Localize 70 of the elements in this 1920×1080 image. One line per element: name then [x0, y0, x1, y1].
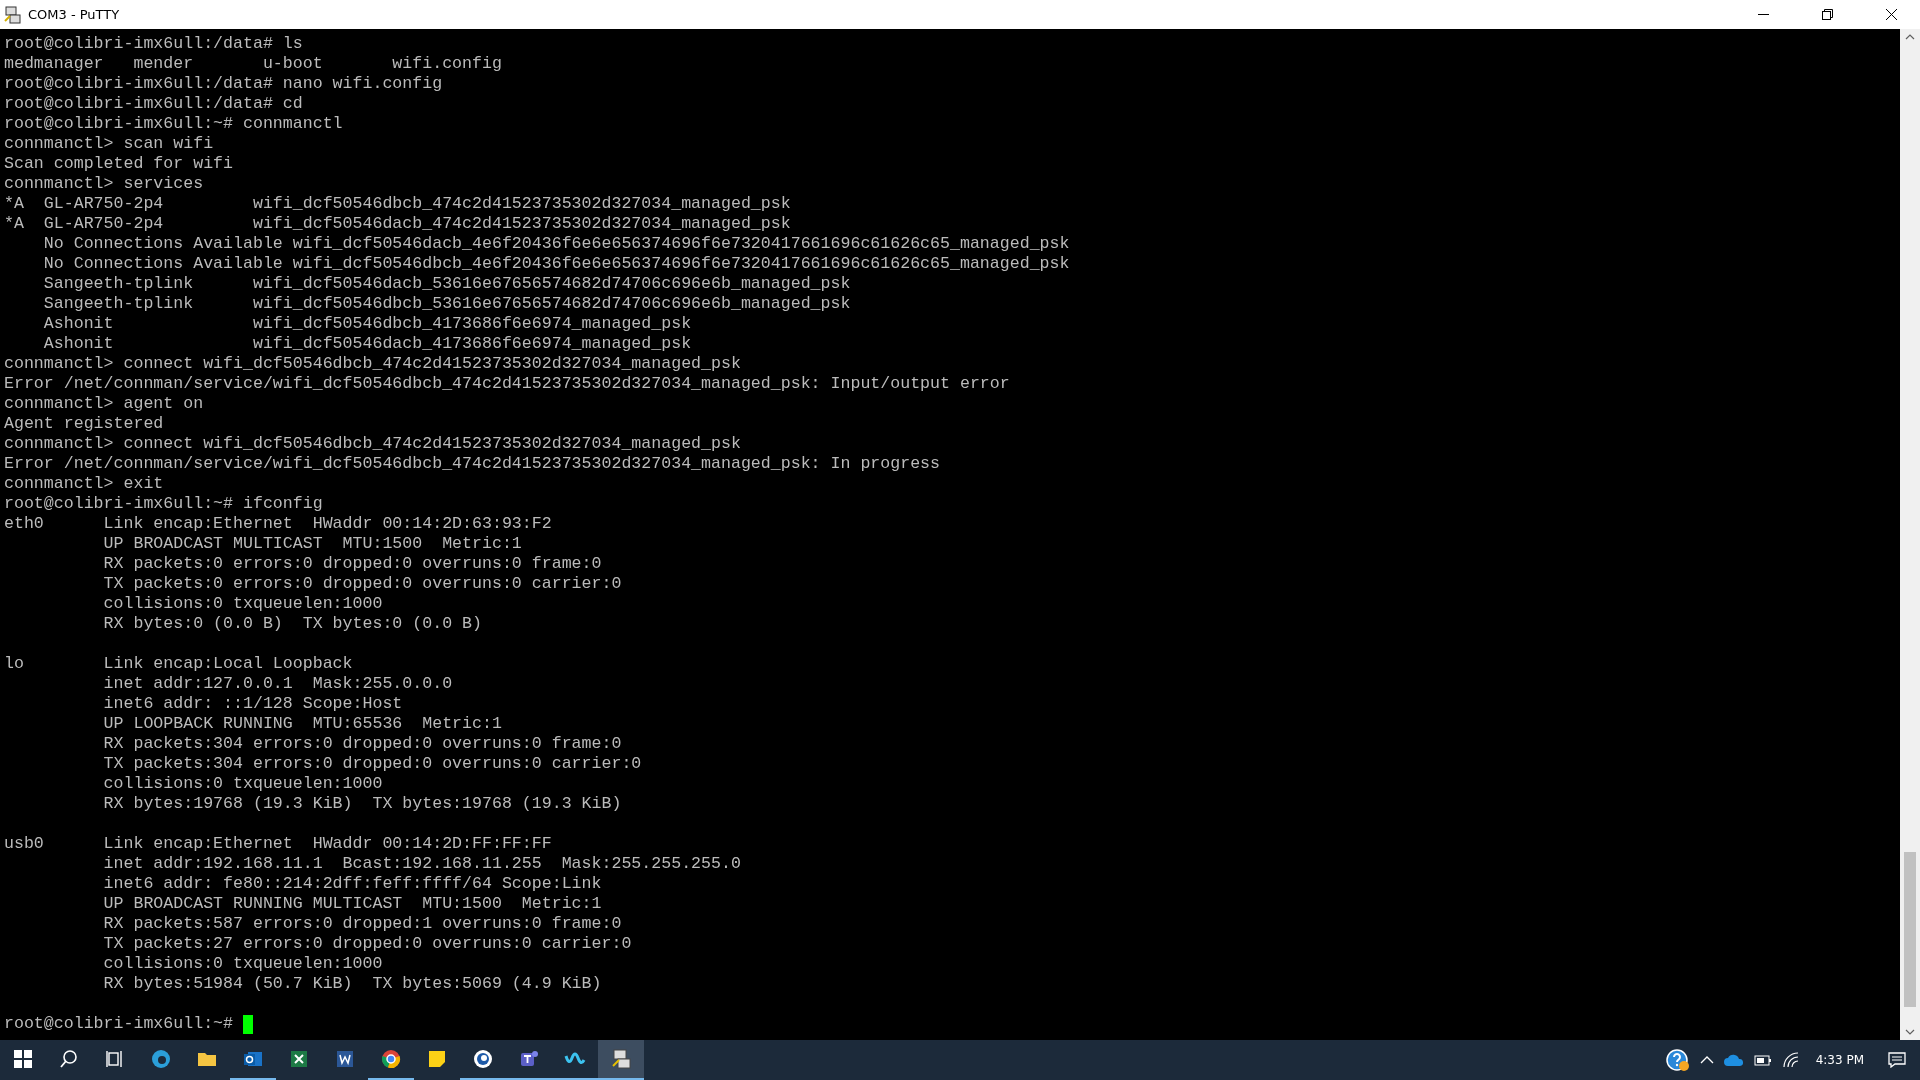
terminal-line: root@colibri-imx6ull:/data# nano wifi.config [4, 74, 444, 94]
terminal-line: TX packets:27 errors:0 dropped:0 overruns:0 carrier:0 [102, 934, 633, 954]
document-icon [334, 1048, 356, 1070]
terminal-line: Scan completed for wifi [4, 154, 235, 174]
terminal-line: RX packets:0 errors:0 dropped:0 overruns:0 frame:0 [102, 554, 603, 574]
scrollbar[interactable] [1900, 29, 1920, 1040]
terminal-line: root@colibri-imx6ull:/data# ls [4, 34, 304, 54]
spreadsheet-icon [288, 1048, 310, 1070]
terminal-line: root@colibri-imx6ull:~# ifconfig [4, 494, 324, 514]
terminal-app-icon [4, 5, 22, 24]
browser-circle-icon [380, 1048, 402, 1070]
terminal-line: Ashonit wifi_dcf50546dbcb_4173686f6e6974_managed_psk [42, 314, 693, 334]
wifi-icon[interactable] [1781, 1052, 1800, 1068]
text-cursor [243, 1014, 254, 1034]
windows-logo-icon [12, 1048, 34, 1070]
restore-icon [1821, 9, 1833, 20]
terminal-line: inet addr:127.0.0.1 Mask:255.0.0.0 [102, 674, 454, 694]
terminal-line: collisions:0 txqueuelen:1000 [102, 594, 384, 614]
terminal-line: root@colibri-imx6ull:/data# cd [4, 94, 304, 114]
terminal-line: TX packets:0 errors:0 dropped:0 overruns:0 carrier:0 [102, 574, 623, 594]
terminal-line: connmanctl> services [4, 174, 205, 194]
terminal-line: connmanctl> scan wifi [4, 134, 215, 154]
help-icon[interactable] [1665, 1048, 1690, 1072]
terminal-line: inet6 addr: fe80::214:2dff:feff:ffff/64 Scope:Link [102, 874, 603, 894]
terminal-line: *A GL-AR750-2p4 wifi_dcf50546dacb_474c2d41523735302d327034_managed_psk [4, 214, 792, 234]
terminal-line: UP BROADCAST RUNNING MULTICAST MTU:1500 Metric:1 [102, 894, 603, 914]
terminal-line: Error /net/connman/service/wifi_dcf50546dbcb_474c2d41523735302d327034_managed_psk: In progress [4, 454, 942, 474]
terminal-line: RX packets:587 errors:0 dropped:1 overruns:0 frame:0 [102, 914, 623, 934]
terminal-line: lo Link encap:Local Loopback [4, 654, 354, 674]
terminal-line: Agent registered [4, 414, 165, 434]
terminal-line: root@colibri-imx6ull:~# connmanctl [4, 114, 344, 134]
cloud-icon[interactable] [1723, 1053, 1744, 1067]
terminal-line: Ashonit wifi_dcf50546dacb_4173686f6e6974_managed_psk [42, 334, 693, 354]
chat-app-icon [472, 1048, 494, 1070]
taskbar-app-button[interactable] [598, 1040, 644, 1080]
terminal-line: No Connections Available wifi_dcf50546dacb_4e6f20436f6e6e656374696f6e7320417661696c61626c65_managed_psk [42, 234, 1071, 254]
terminal-prompt: root@colibri-imx6ull:~# [4, 1014, 234, 1034]
terminal-line: medmanager mender u-boot wifi.config [4, 54, 503, 74]
sticky-note-icon [426, 1048, 448, 1070]
notification-icon[interactable] [1888, 1052, 1906, 1068]
terminal-app-icon [610, 1048, 632, 1070]
terminal-line: UP BROADCAST MULTICAST MTU:1500 Metric:1 [102, 534, 523, 554]
terminal-line: connmanctl> connect wifi_dcf50546dbcb_474c2d41523735302d327034_managed_psk [4, 354, 742, 374]
terminal-line: eth0 Link encap:Ethernet HWaddr 00:14:2D:63:93:F2 [4, 514, 553, 534]
window-title: COM3 - PuTTY [28, 7, 121, 22]
terminal-line: collisions:0 txqueuelen:1000 [102, 954, 384, 974]
terminal-line: usb0 Link encap:Ethernet HWaddr 00:14:2D:FF:FF:FF [4, 834, 553, 854]
terminal-line: connmanctl> connect wifi_dcf50546dbcb_474c2d41523735302d327034_managed_psk [4, 434, 742, 454]
terminal-line: No Connections Available wifi_dcf50546dbcb_4e6f20436f6e6e656374696f6e7320417661696c61626c65_managed_psk [42, 254, 1071, 274]
scrollbar-thumb[interactable] [1904, 852, 1916, 1007]
terminal-line: connmanctl> agent on [4, 394, 205, 414]
terminal-line: Sangeeth-tplink wifi_dcf50546dacb_53616e67656574682d74706c696e6b_managed_psk [42, 274, 852, 294]
terminal-line: inet addr:192.168.11.1 Bcast:192.168.11.255 Mask:255.255.255.0 [102, 854, 742, 874]
search-icon [58, 1048, 80, 1070]
terminal-line: UP LOOPBACK RUNNING MTU:65536 Metric:1 [102, 714, 503, 734]
terminal-line: inet6 addr: ::1/128 Scope:Host [102, 694, 404, 714]
terminal-line: RX bytes:19768 (19.3 KiB) TX bytes:19768 (19.3 KiB) [102, 794, 623, 814]
terminal-line: RX packets:304 errors:0 dropped:0 overruns:0 frame:0 [102, 734, 623, 754]
terminal-line: collisions:0 txqueuelen:1000 [102, 774, 384, 794]
terminal-line: connmanctl> exit [4, 474, 165, 494]
clock-text[interactable]: 4:33 PM [1815, 1053, 1864, 1067]
terminal-line: RX bytes:0 (0.0 B) TX bytes:0 (0.0 B) [102, 614, 483, 634]
battery-icon[interactable] [1753, 1053, 1772, 1067]
terminal-line: TX packets:304 errors:0 dropped:0 overruns:0 carrier:0 [102, 754, 643, 774]
close-icon [1885, 9, 1897, 20]
browser-icon [150, 1048, 172, 1070]
terminal-line: *A GL-AR750-2p4 wifi_dcf50546dbcb_474c2d41523735302d327034_managed_psk [4, 194, 792, 214]
terminal-line: Sangeeth-tplink wifi_dcf50546dbcb_53616e67656574682d74706c696e6b_managed_psk [42, 294, 852, 314]
terminal-line: Error /net/connman/service/wifi_dcf50546dbcb_474c2d41523735302d327034_managed_psk: Input/output error [4, 374, 1011, 394]
terminal-line: RX bytes:51984 (50.7 KiB) TX bytes:5069 (4.9 KiB) [102, 974, 603, 994]
